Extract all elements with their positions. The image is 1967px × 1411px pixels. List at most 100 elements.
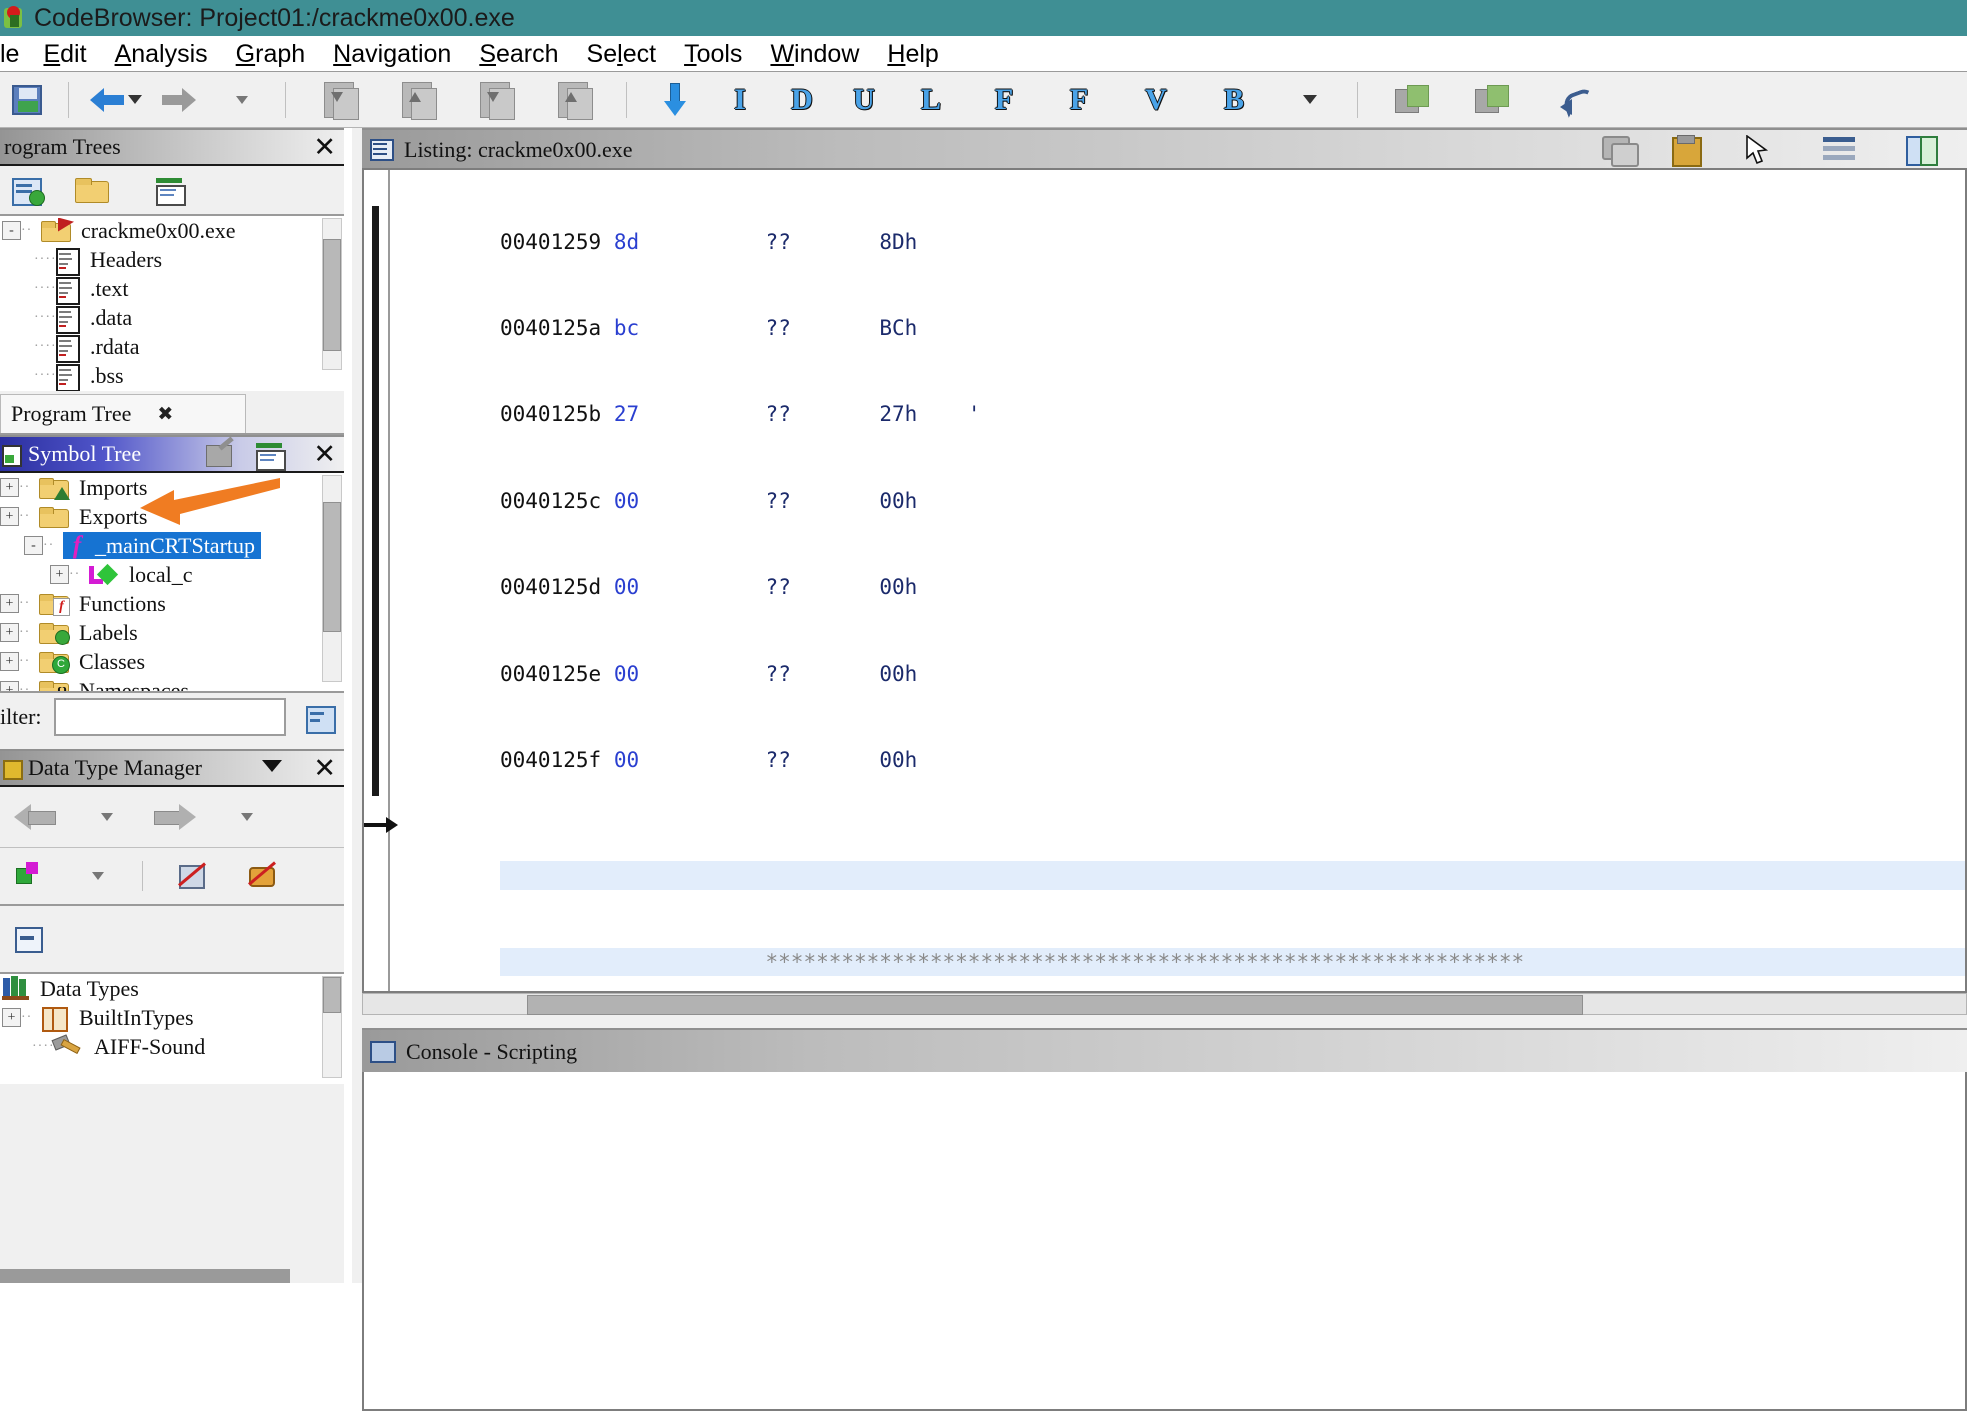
expander-icon[interactable]: + <box>0 652 19 671</box>
expander-icon[interactable]: + <box>0 594 19 613</box>
bookmark-button[interactable]: B <box>1195 77 1273 123</box>
listing-margin-pane[interactable] <box>364 170 398 991</box>
down-button[interactable] <box>641 77 709 123</box>
dtm-back-button[interactable] <box>0 795 70 839</box>
open-folder-button[interactable] <box>54 168 130 212</box>
sidebar-item-maincrtstartup[interactable]: - ·· f _mainCRTStartup <box>0 531 344 560</box>
clear-function-button[interactable]: F <box>1041 77 1117 123</box>
toolbar-more-button[interactable] <box>1273 77 1343 123</box>
tree-item-aiff-sound[interactable]: ····· AIFF-Sound <box>0 1032 344 1061</box>
menu-graph[interactable]: Graph <box>222 40 320 69</box>
tree-item-rdata[interactable]: ····· .rdata <box>0 332 344 363</box>
import-symbols-button[interactable] <box>254 441 286 475</box>
tree-item-headers[interactable]: ····· Headers <box>0 245 344 276</box>
symbol-tree-scrollbar[interactable] <box>322 475 342 682</box>
tree-item-data[interactable]: ····· .data <box>0 303 344 334</box>
forward-dropdown-button[interactable] <box>209 77 271 123</box>
program-trees-close-icon[interactable]: ✕ <box>313 132 336 162</box>
snapshot-window-button[interactable] <box>1372 77 1452 123</box>
sidebar-item-imports[interactable]: + ·· Imports <box>0 473 344 502</box>
expander-icon[interactable]: + <box>0 681 19 691</box>
sidebar-item-functions[interactable]: + ·· f Functions <box>0 589 344 618</box>
filter-input[interactable] <box>53 698 286 736</box>
label-button[interactable]: L <box>895 77 967 123</box>
expander-icon[interactable]: - <box>2 221 21 240</box>
data-type-manager-close-icon[interactable]: ✕ <box>313 753 336 783</box>
symbol-tree-tree[interactable]: + ·· Imports + ·· Exports - ·· f _mainCRTSt… <box>0 473 344 691</box>
expander-icon[interactable]: + <box>50 565 69 584</box>
dtm-forward-menu-button[interactable] <box>210 795 280 839</box>
listing-hscroll-thumb[interactable] <box>527 995 1583 1015</box>
copy-listing-button[interactable] <box>1583 130 1655 170</box>
tree-item-bss[interactable]: ····· .bss <box>0 361 344 391</box>
data-types-hscrollbar[interactable] <box>0 1269 290 1283</box>
new-tree-button[interactable] <box>0 168 54 212</box>
forward-button[interactable] <box>149 77 209 123</box>
listing-hscrollbar[interactable] <box>362 993 1967 1015</box>
snapshot-1-button[interactable] <box>300 77 378 123</box>
tab-close-icon[interactable]: ✖ <box>157 403 173 426</box>
expander-icon[interactable]: + <box>2 1008 21 1027</box>
edit-symbol-button[interactable] <box>206 436 238 473</box>
instruction-button[interactable]: I <box>709 77 771 123</box>
dtm-back-menu-button[interactable] <box>70 795 140 839</box>
edit-fields-button[interactable] <box>1799 130 1881 170</box>
sidebar-item-exports[interactable]: + ·· Exports <box>0 502 344 531</box>
expander-icon[interactable]: - <box>24 536 43 555</box>
expander-icon[interactable]: + <box>0 507 19 526</box>
menu-edit[interactable]: Edit <box>29 40 100 69</box>
menu-file[interactable]: le <box>0 40 29 69</box>
data-button[interactable]: D <box>771 77 833 123</box>
listing-code[interactable]: 00401259 8d ?? 8Dh 0040125a bc ?? BCh 00… <box>500 170 1965 991</box>
back-button[interactable] <box>83 77 149 123</box>
data-types-tree[interactable]: Data Types +·· BuiltInTypes ····· AIFF-S… <box>0 972 344 1084</box>
toggle-diff-button[interactable] <box>1881 130 1963 170</box>
data-types-scrollbar[interactable] <box>322 976 342 1078</box>
tree-item-data-types[interactable]: Data Types <box>0 974 344 1003</box>
undo-button[interactable] <box>1532 77 1622 123</box>
sidebar-item-local-c[interactable]: + ·· local_c <box>0 560 344 589</box>
symbol-tree-close-icon[interactable]: ✕ <box>313 439 336 469</box>
apply-archive-button[interactable] <box>227 854 297 898</box>
menu-window[interactable]: Window <box>756 40 873 69</box>
sidebar-item-namespaces[interactable]: +·· {} Namespaces <box>0 676 344 691</box>
clear-variable-button[interactable]: V <box>1117 77 1195 123</box>
snapshot-2-button[interactable] <box>378 77 456 123</box>
save-button[interactable] <box>0 77 54 123</box>
cursor-pointer-button[interactable] <box>1717 130 1799 170</box>
sidebar-item-labels[interactable]: + ·· Labels <box>0 618 344 647</box>
console-body[interactable] <box>362 1072 1967 1411</box>
back-dropdown-icon[interactable] <box>128 95 142 104</box>
expander-icon[interactable]: + <box>0 623 19 642</box>
undefine-button[interactable]: U <box>833 77 895 123</box>
tab-program-tree[interactable]: Program Tree ✖ <box>0 394 246 433</box>
listing-body[interactable]: 00401259 8d ?? 8Dh 0040125a bc ?? BCh 00… <box>362 168 1967 993</box>
no-entry-button[interactable] <box>157 854 227 898</box>
menu-analysis[interactable]: Analysis <box>101 40 222 69</box>
program-trees-tree[interactable]: -·· crackme0x00.exe ····· Headers ····· … <box>0 216 344 391</box>
program-trees-scrollbar[interactable] <box>322 218 342 370</box>
menu-select[interactable]: Select <box>573 40 671 69</box>
create-structure-menu-button[interactable] <box>64 854 128 898</box>
tree-item-text[interactable]: ····· .text <box>0 274 344 305</box>
data-type-manager-dropdown-button[interactable] <box>258 760 282 772</box>
chevron-down-icon <box>92 872 104 880</box>
function-button[interactable]: F <box>967 77 1041 123</box>
snapshot-window-2-button[interactable] <box>1452 77 1532 123</box>
menu-help[interactable]: Help <box>873 40 952 69</box>
tree-item-builtintypes[interactable]: + ·· BuiltInTypes <box>0 1003 344 1032</box>
tree-item-root[interactable]: - ·· crackme0x00.exe <box>0 216 344 245</box>
snapshot-4-button[interactable] <box>534 77 612 123</box>
sidebar-item-classes[interactable]: + ·· C Classes <box>0 647 344 676</box>
import-tree-button[interactable] <box>130 168 210 212</box>
create-structure-button[interactable] <box>0 854 64 898</box>
paste-listing-button[interactable] <box>1655 130 1717 170</box>
collapse-all-button[interactable] <box>0 917 56 961</box>
expander-icon[interactable]: + <box>0 478 19 497</box>
menu-search[interactable]: Search <box>465 40 572 69</box>
menu-tools[interactable]: Tools <box>670 40 756 69</box>
dtm-forward-button[interactable] <box>140 795 210 839</box>
menu-navigation[interactable]: Navigation <box>319 40 465 69</box>
filter-options-button[interactable] <box>296 697 344 737</box>
snapshot-3-button[interactable] <box>456 77 534 123</box>
